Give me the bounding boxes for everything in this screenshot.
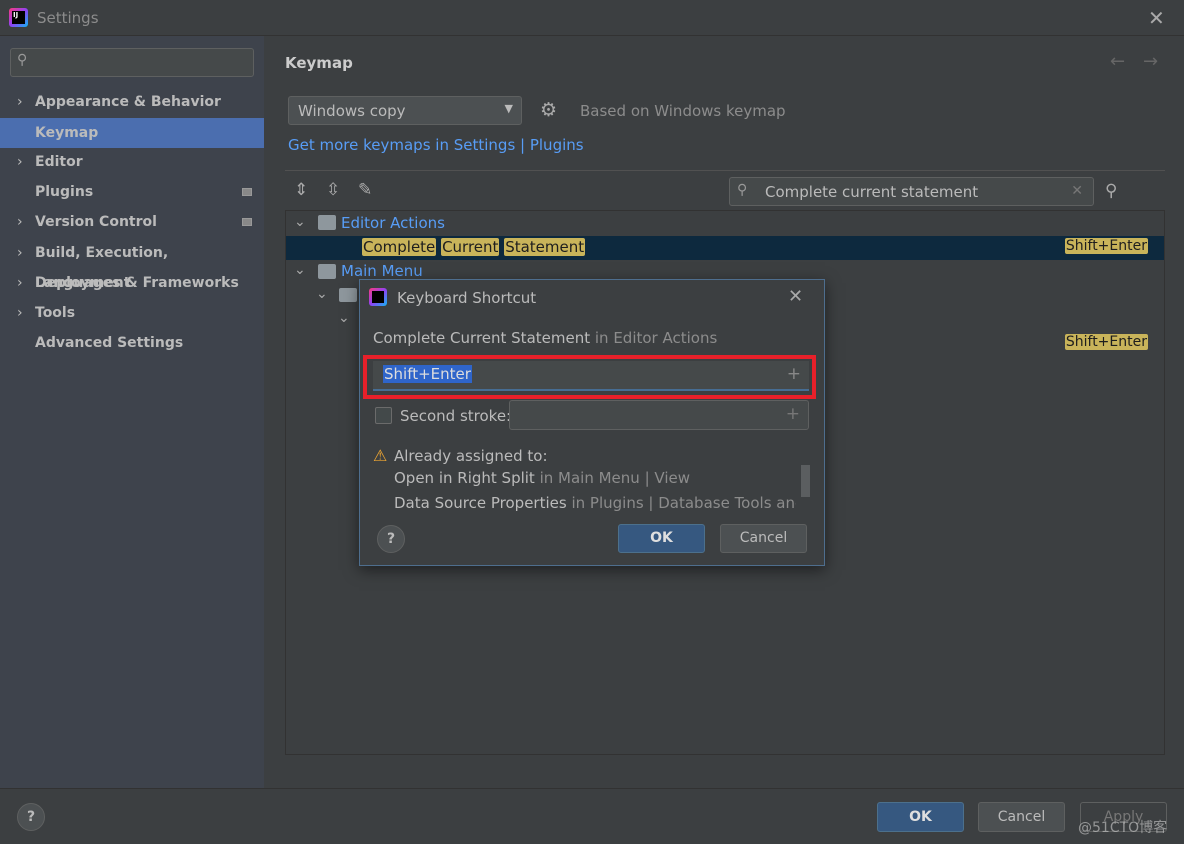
close-window-icon[interactable]: ✕ [1148, 6, 1165, 30]
based-on-label: Based on Windows keymap [580, 102, 786, 120]
second-stroke-input[interactable]: + [509, 400, 809, 430]
sidebar-item-label: Version Control [35, 214, 157, 230]
sidebar-item-appearance[interactable]: › Appearance & Behavior [0, 87, 264, 117]
get-more-keymaps-link[interactable]: Get more keymaps in Settings | Plugins [288, 136, 584, 154]
back-arrow-icon[interactable]: ← [1110, 51, 1125, 72]
ok-button[interactable]: OK [877, 802, 964, 832]
dialog-cancel-button[interactable]: Cancel [720, 524, 807, 553]
clear-search-icon[interactable]: ✕ [1071, 183, 1083, 199]
folder-icon [339, 288, 357, 302]
chevron-down-icon[interactable]: ⌄ [294, 262, 306, 278]
second-stroke-label: Second stroke: [400, 407, 512, 425]
sidebar-item-label: Plugins [35, 184, 94, 200]
keymap-select-value: Windows copy [298, 102, 406, 120]
chevron-down-icon[interactable]: ⌄ [294, 214, 306, 230]
sidebar-item-tools[interactable]: › Tools [0, 298, 264, 328]
title-bar: IJ Settings ✕ [0, 0, 1184, 36]
warning-icon: ⚠ [373, 446, 388, 465]
first-stroke-input[interactable]: Shift+Enter + [373, 361, 809, 391]
project-badge-icon [242, 188, 252, 196]
conflict-location: in Main Menu | View [539, 469, 690, 487]
menu-folder-icon [318, 264, 336, 279]
chevron-right-icon: › [17, 94, 23, 110]
divider [285, 170, 1165, 171]
warning-text: Already assigned to: [394, 447, 548, 465]
chevron-down-icon[interactable]: ⌄ [316, 286, 328, 302]
dialog-title: Keyboard Shortcut [397, 289, 537, 307]
search-icon: ⚲ [17, 52, 28, 68]
action-name: Complete Current Statement [373, 329, 591, 347]
chevron-right-icon: › [17, 305, 23, 321]
sidebar-item-build[interactable]: › Build, Execution, Deployment [0, 238, 264, 291]
add-icon[interactable]: + [787, 364, 801, 384]
find-by-shortcut-icon[interactable]: ⚲ [1105, 181, 1117, 201]
search-icon: ⚲ [737, 182, 748, 198]
conflicts-scrollbar[interactable] [801, 465, 810, 497]
match-word: Current [441, 238, 500, 256]
conflict-location: in Plugins | Database Tools and SQ [571, 494, 796, 511]
footer: ? OK Cancel Apply @51CTO博客 [0, 788, 1184, 844]
watermark: @51CTO博客 [1078, 820, 1168, 836]
folder-icon [318, 215, 336, 230]
chevron-down-icon[interactable]: ⌄ [338, 310, 350, 326]
shortcut-value: Shift+Enter [383, 365, 472, 383]
close-dialog-icon[interactable]: ✕ [788, 286, 803, 307]
sidebar-item-languages[interactable]: › Languages & Frameworks [0, 268, 264, 298]
help-button[interactable]: ? [17, 803, 45, 831]
add-icon[interactable]: + [786, 404, 800, 424]
tree-group-main-menu[interactable]: Main Menu [341, 262, 423, 280]
tree-row-selected[interactable]: Complete Current Statement Shift+Enter [286, 236, 1164, 260]
forward-arrow-icon[interactable]: → [1143, 51, 1158, 72]
dialog-ok-button[interactable]: OK [618, 524, 705, 553]
sidebar-item-label: Languages & Frameworks [35, 275, 239, 291]
project-badge-icon [242, 218, 252, 226]
window-title: Settings [37, 9, 99, 27]
chevron-right-icon: › [17, 154, 23, 170]
conflict-item[interactable]: Data Source Properties in Plugins | Data… [394, 494, 796, 511]
gear-icon[interactable]: ⚙ [540, 99, 557, 121]
settings-search-input[interactable]: ⚲ [10, 48, 254, 77]
app-logo-icon [369, 288, 387, 306]
conflict-item[interactable]: Open in Right Split in Main Menu | View [394, 469, 796, 494]
sidebar-item-plugins[interactable]: Plugins [0, 177, 264, 207]
keyboard-shortcut-dialog: Keyboard Shortcut ✕ Complete Current Sta… [359, 279, 825, 566]
cancel-button[interactable]: Cancel [978, 802, 1065, 832]
keymap-search-input[interactable]: ⚲ Complete current statement ✕ [729, 177, 1094, 206]
conflict-name: Open in Right Split [394, 469, 535, 487]
action-description: Complete Current Statement in Editor Act… [373, 329, 717, 347]
sidebar-item-label: Appearance & Behavior [35, 94, 221, 110]
sidebar-item-version-control[interactable]: › Version Control [0, 207, 264, 237]
keymap-select[interactable]: Windows copy ▼ [288, 96, 522, 125]
app-logo-icon: IJ [9, 8, 28, 27]
sidebar: ⚲ › Appearance & Behavior Keymap › Editor … [0, 36, 264, 788]
page-title: Keymap [285, 54, 353, 72]
chevron-right-icon: › [17, 245, 23, 261]
action-location: in Editor Actions [594, 329, 718, 347]
match-word: Statement [504, 238, 586, 256]
chevron-right-icon: › [17, 214, 23, 230]
dropdown-arrow-icon: ▼ [504, 102, 513, 115]
second-stroke-checkbox[interactable] [375, 407, 392, 424]
conflict-name: Data Source Properties [394, 494, 567, 511]
tree-group-editor-actions[interactable]: Editor Actions [341, 214, 445, 232]
sidebar-item-advanced[interactable]: Advanced Settings [0, 328, 264, 358]
sidebar-item-editor[interactable]: › Editor [0, 147, 264, 177]
chevron-right-icon: › [17, 275, 23, 291]
collapse-all-icon[interactable]: ⇳ [326, 180, 340, 200]
sidebar-item-keymap[interactable]: Keymap [0, 118, 264, 148]
sidebar-item-label: Advanced Settings [35, 335, 184, 351]
conflicts-list: Open in Right Split in Main Menu | View … [394, 469, 796, 511]
sidebar-item-label: Editor [35, 154, 83, 170]
action-name: Complete Current Statement [362, 238, 586, 256]
search-value: Complete current statement [765, 183, 979, 201]
expand-all-icon[interactable]: ⇕ [294, 180, 308, 200]
sidebar-item-label: Keymap [35, 125, 99, 141]
match-word: Complete [362, 238, 437, 256]
edit-shortcut-icon[interactable]: ✎ [358, 180, 372, 200]
shortcut-badge: Shift+Enter [1064, 238, 1148, 254]
shortcut-badge: Shift+Enter [1064, 334, 1148, 350]
help-button[interactable]: ? [377, 525, 405, 553]
sidebar-item-label: Tools [35, 305, 76, 321]
